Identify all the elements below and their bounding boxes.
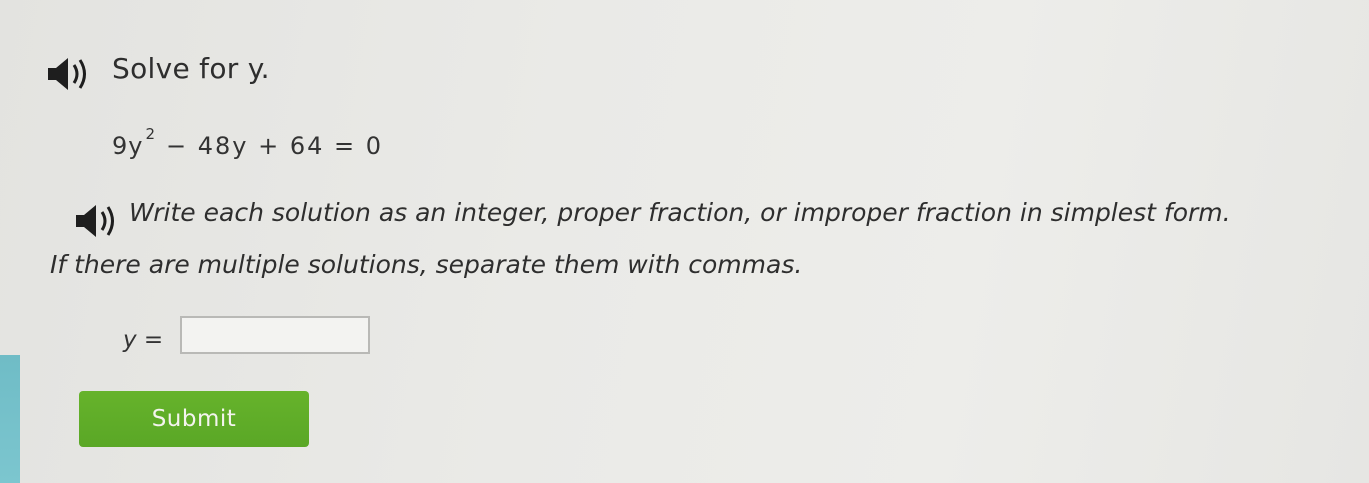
problem-title: Solve for y. xyxy=(112,52,270,85)
left-accent-bar xyxy=(0,355,20,483)
equation-base: 9y xyxy=(112,132,144,160)
equation: 9y 2 − 48y + 64 = 0 xyxy=(112,125,384,160)
answer-label: y = xyxy=(123,327,164,353)
speaker-icon[interactable] xyxy=(46,56,94,92)
instruction-line-2: If there are multiple solutions, separat… xyxy=(50,250,803,279)
instruction-line-1: Write each solution as an integer, prope… xyxy=(129,198,1231,227)
answer-input[interactable] xyxy=(180,316,370,354)
equation-rest: − 48y + 64 = 0 xyxy=(166,132,384,160)
submit-button[interactable]: Submit xyxy=(79,391,309,447)
equation-exponent: 2 xyxy=(145,125,157,143)
speaker-icon[interactable] xyxy=(74,203,122,239)
